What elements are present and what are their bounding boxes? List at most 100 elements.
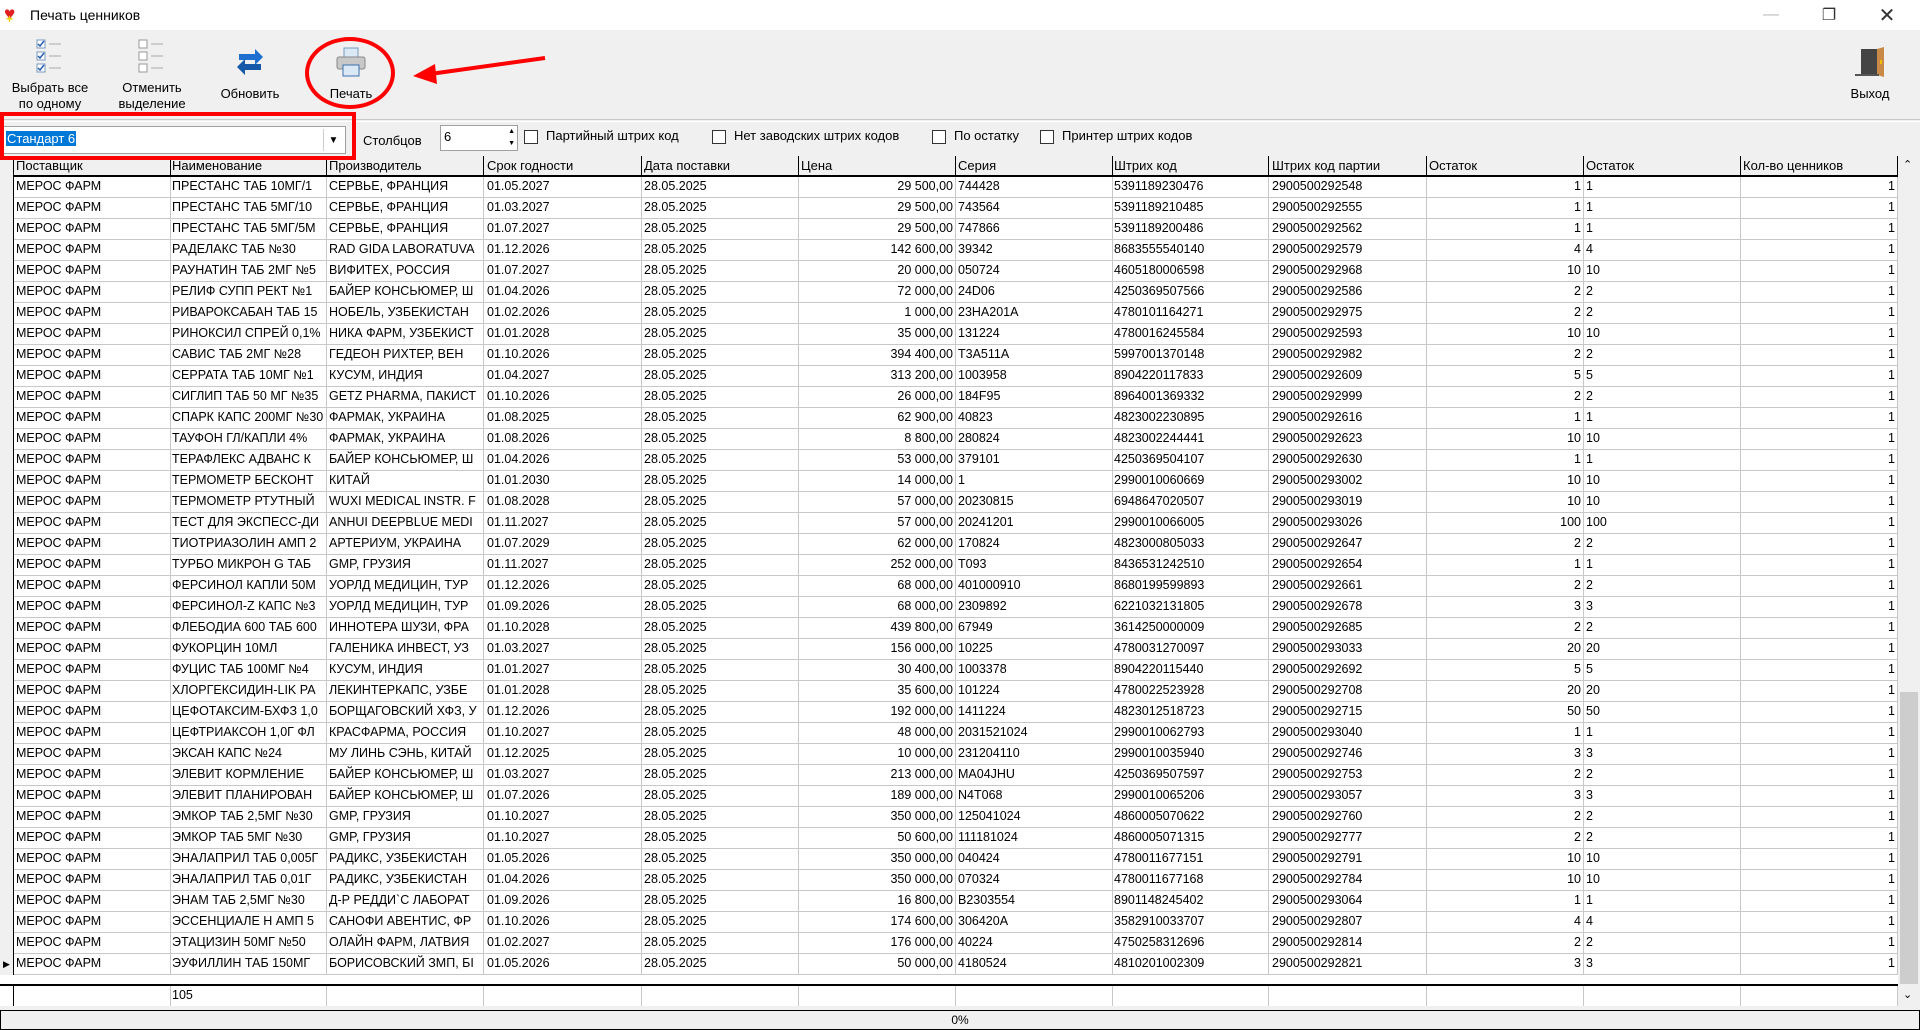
table-row[interactable]: МЕРОС ФАРМ РЕЛИФ СУПП РЕКТ №1 БАЙЕР КОНСЬЮ…: [0, 282, 1898, 303]
cell-price[interactable]: 53 000,00: [799, 450, 956, 470]
cell-batch-barcode[interactable]: 2900500292999: [1270, 387, 1427, 407]
row-indicator[interactable]: [0, 744, 14, 765]
cell-stock2[interactable]: 5: [1584, 660, 1741, 680]
cell-tag-count[interactable]: 1: [1741, 870, 1898, 890]
row-indicator[interactable]: [0, 366, 14, 387]
cell-price[interactable]: 176 000,00: [799, 933, 956, 953]
cell-manufacturer[interactable]: СЕРВЬЕ, ФРАНЦИЯ: [327, 198, 484, 218]
cell-delivery-date[interactable]: 28.05.2025: [642, 681, 799, 701]
cell-stock[interactable]: 2: [1427, 282, 1584, 302]
table-row[interactable]: МЕРОС ФАРМ СИГЛИП ТАБ 50 МГ №35 GETZ PHARM…: [0, 387, 1898, 408]
row-indicator[interactable]: [0, 807, 14, 828]
cell-barcode[interactable]: 8904220115440: [1112, 660, 1269, 680]
cell-tag-count[interactable]: 1: [1741, 555, 1898, 575]
cell-batch-barcode[interactable]: 2900500292821: [1270, 954, 1427, 974]
table-row[interactable]: МЕРОС ФАРМ ТЕРМОМЕТР БЕСКОНТ КИТАЙ 01.01.20…: [0, 471, 1898, 492]
table-row[interactable]: МЕРОС ФАРМ СЕРРАТА ТАБ 10МГ №1 КУСУМ, ИНДИ…: [0, 366, 1898, 387]
table-row[interactable]: МЕРОС ФАРМ ТЕСТ ДЛЯ ЭКСПЕСС-ДИ ANHUI DEEPB…: [0, 513, 1898, 534]
cell-manufacturer[interactable]: КРАСФАРМА, РОССИЯ: [327, 723, 484, 743]
cell-supplier[interactable]: МЕРОС ФАРМ: [14, 303, 171, 323]
row-indicator[interactable]: [0, 345, 14, 366]
cell-batch-barcode[interactable]: 2900500293026: [1270, 513, 1427, 533]
table-row[interactable]: МЕРОС ФАРМ РИНОКСИЛ СПРЕЙ 0,1% НИКА ФАРМ, …: [0, 324, 1898, 345]
cell-manufacturer[interactable]: НОБЕЛЬ, УЗБЕКИСТАН: [327, 303, 484, 323]
table-row[interactable]: МЕРОС ФАРМ ЦЕФОТАКСИМ-БХФЗ 1,0 БОРЩАГОВСКИ…: [0, 702, 1898, 723]
cell-supplier[interactable]: МЕРОС ФАРМ: [14, 366, 171, 386]
cell-tag-count[interactable]: 1: [1741, 177, 1898, 197]
cell-expiry[interactable]: 01.10.2027: [485, 807, 642, 827]
cell-expiry[interactable]: 01.04.2026: [485, 282, 642, 302]
cell-stock2[interactable]: 10: [1584, 429, 1741, 449]
cell-price[interactable]: 174 600,00: [799, 912, 956, 932]
cell-barcode[interactable]: 5391189200486: [1112, 219, 1269, 239]
cell-series[interactable]: 111181024: [956, 828, 1113, 848]
cell-price[interactable]: 156 000,00: [799, 639, 956, 659]
cell-manufacturer[interactable]: БАЙЕР КОНСЬЮМЕР, Ш: [327, 786, 484, 806]
cell-delivery-date[interactable]: 28.05.2025: [642, 345, 799, 365]
table-row[interactable]: МЕРОС ФАРМ ЭНАЛАПРИЛ ТАБ 0,01Г РАДИКС, УЗБ…: [0, 870, 1898, 891]
cell-stock2[interactable]: 3: [1584, 786, 1741, 806]
cell-barcode[interactable]: 2990010060669: [1112, 471, 1269, 491]
cell-tag-count[interactable]: 1: [1741, 219, 1898, 239]
cell-stock2[interactable]: 1: [1584, 408, 1741, 428]
cell-supplier[interactable]: МЕРОС ФАРМ: [14, 534, 171, 554]
cell-supplier[interactable]: МЕРОС ФАРМ: [14, 492, 171, 512]
cell-price[interactable]: 313 200,00: [799, 366, 956, 386]
cell-stock[interactable]: 20: [1427, 639, 1584, 659]
cell-batch-barcode[interactable]: 2900500292661: [1270, 576, 1427, 596]
cell-stock[interactable]: 3: [1427, 597, 1584, 617]
cell-supplier[interactable]: МЕРОС ФАРМ: [14, 723, 171, 743]
cell-stock2[interactable]: 2: [1584, 576, 1741, 596]
cell-price[interactable]: 14 000,00: [799, 471, 956, 491]
cell-delivery-date[interactable]: 28.05.2025: [642, 807, 799, 827]
cell-tag-count[interactable]: 1: [1741, 198, 1898, 218]
cell-manufacturer[interactable]: БАЙЕР КОНСЬЮМЕР, Ш: [327, 282, 484, 302]
cell-name[interactable]: ЭЛЕВИТ ПЛАНИРОВАН: [170, 786, 327, 806]
cell-supplier[interactable]: МЕРОС ФАРМ: [14, 807, 171, 827]
cell-manufacturer[interactable]: Д-Р РЕДДИ`С ЛАБОРАТ: [327, 891, 484, 911]
cell-stock[interactable]: 2: [1427, 345, 1584, 365]
cell-expiry[interactable]: 01.11.2027: [485, 513, 642, 533]
cell-stock2[interactable]: 20: [1584, 639, 1741, 659]
cell-barcode[interactable]: 8436531242510: [1112, 555, 1269, 575]
row-indicator[interactable]: [0, 513, 14, 534]
cell-manufacturer[interactable]: КИТАЙ: [327, 471, 484, 491]
cell-name[interactable]: ТЕСТ ДЛЯ ЭКСПЕСС-ДИ: [170, 513, 327, 533]
cell-barcode[interactable]: 2990010062793: [1112, 723, 1269, 743]
cell-stock2[interactable]: 10: [1584, 471, 1741, 491]
row-indicator[interactable]: [0, 786, 14, 807]
cell-barcode[interactable]: 4860005070622: [1112, 807, 1269, 827]
restore-button[interactable]: ❐: [1800, 0, 1858, 30]
cell-series[interactable]: 131224: [956, 324, 1113, 344]
cell-price[interactable]: 48 000,00: [799, 723, 956, 743]
cell-name[interactable]: ТЕРАФЛЕКС АДВАНС К: [170, 450, 327, 470]
cell-barcode[interactable]: 8964001369332: [1112, 387, 1269, 407]
cell-price[interactable]: 30 400,00: [799, 660, 956, 680]
cell-expiry[interactable]: 01.11.2027: [485, 555, 642, 575]
row-indicator[interactable]: [0, 471, 14, 492]
cell-barcode[interactable]: 5391189210485: [1112, 198, 1269, 218]
row-indicator[interactable]: [0, 765, 14, 786]
cell-tag-count[interactable]: 1: [1741, 282, 1898, 302]
cell-stock[interactable]: 3: [1427, 786, 1584, 806]
cell-stock2[interactable]: 10: [1584, 261, 1741, 281]
cell-delivery-date[interactable]: 28.05.2025: [642, 324, 799, 344]
column-header-batch-barcode[interactable]: Штрих код партии: [1270, 156, 1427, 176]
cell-supplier[interactable]: МЕРОС ФАРМ: [14, 828, 171, 848]
cell-barcode[interactable]: 4780011677168: [1112, 870, 1269, 890]
column-header-tag-count[interactable]: Кол-во ценников: [1741, 156, 1898, 176]
cell-supplier[interactable]: МЕРОС ФАРМ: [14, 513, 171, 533]
cell-stock2[interactable]: 100: [1584, 513, 1741, 533]
cell-batch-barcode[interactable]: 2900500293040: [1270, 723, 1427, 743]
cell-name[interactable]: ХЛОРГЕКСИДИН-LIK РА: [170, 681, 327, 701]
cell-barcode[interactable]: 2990010066005: [1112, 513, 1269, 533]
cell-supplier[interactable]: МЕРОС ФАРМ: [14, 786, 171, 806]
cell-tag-count[interactable]: 1: [1741, 345, 1898, 365]
cell-delivery-date[interactable]: 28.05.2025: [642, 408, 799, 428]
cell-stock2[interactable]: 3: [1584, 954, 1741, 974]
cell-manufacturer[interactable]: БОРЩАГОВСКИЙ ХФЗ, У: [327, 702, 484, 722]
deselect-button[interactable]: Отменить выделение: [106, 36, 198, 112]
table-row[interactable]: МЕРОС ФАРМ САВИС ТАБ 2МГ №28 ГЕДЕОН РИХТЕР…: [0, 345, 1898, 366]
cell-tag-count[interactable]: 1: [1741, 765, 1898, 785]
cell-stock[interactable]: 10: [1427, 324, 1584, 344]
